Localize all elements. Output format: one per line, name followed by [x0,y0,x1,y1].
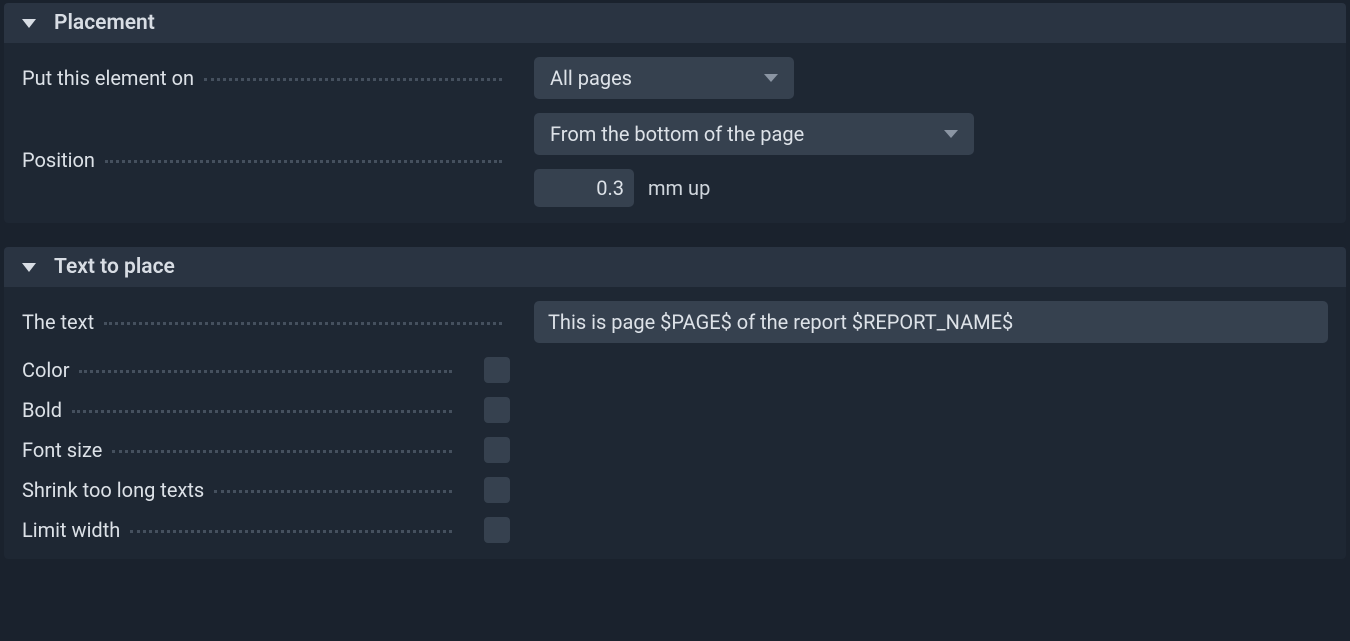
dots-leader [104,322,502,325]
limit-width-checkbox[interactable] [484,517,510,543]
dots-leader [105,160,502,163]
bold-checkbox[interactable] [484,397,510,423]
shrink-checkbox[interactable] [484,477,510,503]
the-text-input[interactable] [534,301,1328,343]
shrink-row: Shrink too long texts [22,477,1328,503]
position-offset-unit: mm up [648,176,710,200]
position-label: Position [22,148,95,172]
text-to-place-section: Text to place The text Color Bold [4,247,1346,559]
dots-leader [112,450,452,453]
position-offset-input[interactable] [534,169,634,207]
the-text-label-col: The text [22,310,502,334]
text-body: The text Color Bold [4,287,1346,559]
color-row: Color [22,357,1328,383]
color-checkbox[interactable] [484,357,510,383]
text-section-header[interactable]: Text to place [4,247,1346,287]
limit-width-row: Limit width [22,517,1328,543]
font-size-checkbox[interactable] [484,437,510,463]
font-size-label: Font size [22,438,102,462]
put-on-label-col: Put this element on [22,66,502,90]
put-on-select-value: All pages [550,66,632,90]
font-size-ctrl [452,437,1328,463]
limit-width-ctrl [452,517,1328,543]
text-section-title: Text to place [54,255,175,279]
placement-body: Put this element on All pages Position F… [4,43,1346,223]
put-on-row: Put this element on All pages [22,57,1328,99]
the-text-label: The text [22,310,94,334]
bold-label-col: Bold [22,398,452,422]
color-ctrl [452,357,1328,383]
put-on-ctrl: All pages [502,57,1328,99]
bold-ctrl [452,397,1328,423]
limit-width-label-col: Limit width [22,518,452,542]
placement-section-title: Placement [54,11,155,35]
position-row: Position From the bottom of the page mm … [22,113,1328,207]
font-size-label-col: Font size [22,438,452,462]
dots-leader [79,370,452,373]
chevron-down-icon [944,130,958,138]
shrink-ctrl [452,477,1328,503]
collapse-triangle-icon [22,263,36,272]
font-size-row: Font size [22,437,1328,463]
position-offset-row: mm up [534,169,710,207]
bold-label: Bold [22,398,62,422]
shrink-label-col: Shrink too long texts [22,478,452,502]
color-label: Color [22,358,69,382]
color-label-col: Color [22,358,452,382]
dots-leader [204,78,502,81]
the-text-ctrl [502,301,1328,343]
shrink-label: Shrink too long texts [22,478,204,502]
put-on-select[interactable]: All pages [534,57,794,99]
put-on-label: Put this element on [22,66,194,90]
bold-row: Bold [22,397,1328,423]
limit-width-label: Limit width [22,518,120,542]
collapse-triangle-icon [22,19,36,28]
chevron-down-icon [764,74,778,82]
placement-section: Placement Put this element on All pages … [4,3,1346,223]
position-ctrl: From the bottom of the page mm up [502,113,1328,207]
position-select-value: From the bottom of the page [550,122,804,146]
position-label-col: Position [22,148,502,172]
dots-leader [130,530,452,533]
position-select[interactable]: From the bottom of the page [534,113,974,155]
dots-leader [72,410,452,413]
dots-leader [214,490,452,493]
placement-section-header[interactable]: Placement [4,3,1346,43]
the-text-row: The text [22,301,1328,343]
